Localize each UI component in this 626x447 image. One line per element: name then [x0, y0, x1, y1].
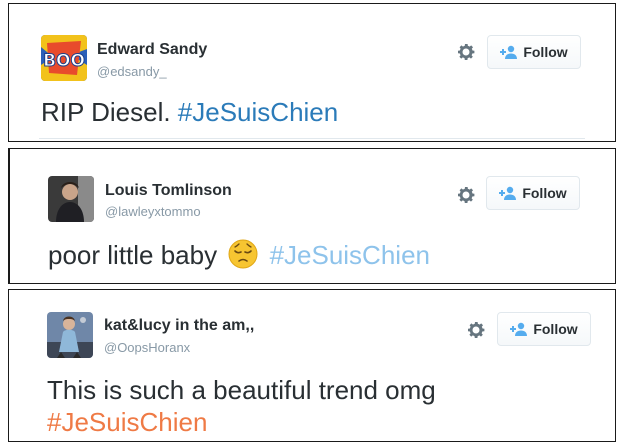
user-handle[interactable]: @edsandy_ [97, 64, 167, 79]
avatar[interactable] [48, 176, 94, 222]
user-handle[interactable]: @OopsHoranx [104, 340, 190, 355]
display-name[interactable]: Louis Tomlinson [105, 182, 232, 200]
user-handle[interactable]: @lawleyxtommo [105, 204, 201, 219]
display-name[interactable]: Edward Sandy [97, 41, 207, 59]
avatar[interactable]: BOO [41, 35, 87, 81]
divider [39, 138, 585, 139]
tweet-card: BOO Edward Sandy @edsandy_ Follow RIP Di… [8, 3, 616, 142]
hashtag-link[interactable]: #JeSuisChien [270, 240, 430, 270]
gear-icon[interactable] [466, 320, 486, 340]
tweet-body: This is such a beautiful trend omg [47, 375, 436, 405]
gear-icon[interactable] [456, 185, 476, 205]
add-user-icon [510, 322, 528, 336]
hashtag-link[interactable]: #JeSuisChien [47, 405, 207, 439]
tweet-text: RIP Diesel. #JeSuisChien [41, 95, 338, 129]
follow-button[interactable]: Follow [487, 35, 581, 69]
pensive-face-emoji-icon [228, 239, 258, 269]
gear-icon[interactable] [456, 42, 476, 62]
svg-text:BOO: BOO [43, 51, 85, 71]
add-user-icon [500, 45, 518, 59]
follow-label: Follow [522, 185, 567, 201]
tweet-card: Louis Tomlinson @lawleyxtommo Follow poo… [8, 148, 616, 284]
follow-label: Follow [523, 44, 568, 60]
follow-button[interactable]: Follow [486, 176, 580, 210]
tweet-body: RIP Diesel. [41, 97, 178, 127]
display-name[interactable]: kat&lucy in the am,, [104, 317, 254, 335]
avatar[interactable] [47, 312, 93, 358]
performer-photo-avatar-icon [47, 312, 93, 358]
boom-comic-avatar-icon: BOO [41, 35, 87, 81]
hashtag-link[interactable]: #JeSuisChien [178, 97, 338, 127]
tweet-body: poor little baby [48, 240, 225, 270]
add-user-icon [499, 186, 517, 200]
tweet-card: kat&lucy in the am,, @OopsHoranx Follow … [8, 289, 616, 442]
follow-label: Follow [533, 321, 578, 337]
person-photo-avatar-icon [48, 176, 94, 222]
tweet-text: poor little baby #JeSuisChien [48, 238, 430, 272]
follow-button[interactable]: Follow [497, 312, 591, 346]
